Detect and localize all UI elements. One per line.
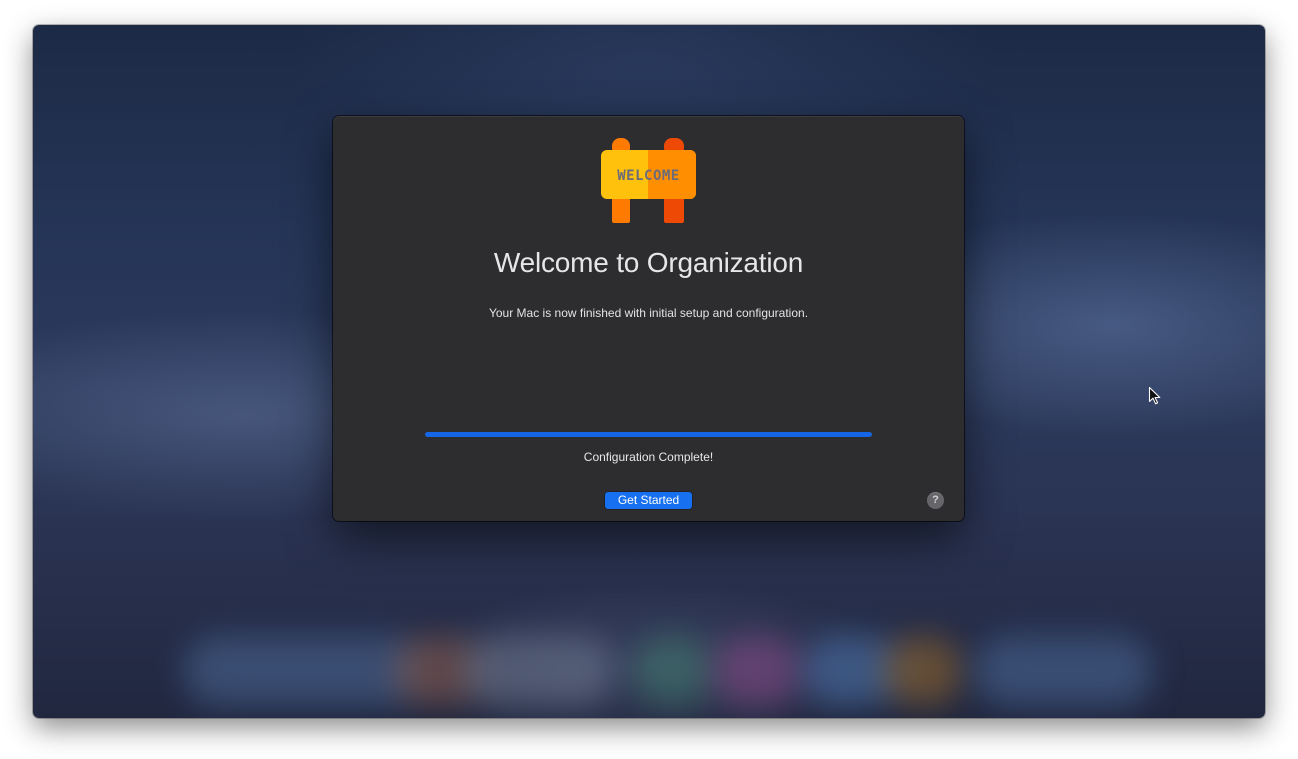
status-text: Configuration Complete! bbox=[583, 450, 714, 464]
progress-bar bbox=[425, 432, 872, 437]
get-started-button[interactable]: Get Started bbox=[605, 492, 692, 509]
page-title: Welcome to Organization bbox=[493, 247, 804, 278]
subtitle-text: Your Mac is now finished with initial se… bbox=[488, 306, 809, 320]
welcome-sign-icon: WELCOME bbox=[601, 138, 696, 223]
mouse-pointer-icon bbox=[1148, 386, 1161, 405]
progress-bar-fill bbox=[425, 432, 872, 437]
svg-text:WELCOME: WELCOME bbox=[617, 168, 680, 184]
setup-complete-dialog: WELCOME Welcome to Organization Your Mac… bbox=[333, 116, 964, 521]
help-icon[interactable]: ? bbox=[927, 492, 944, 509]
blurred-dock bbox=[33, 608, 1265, 718]
